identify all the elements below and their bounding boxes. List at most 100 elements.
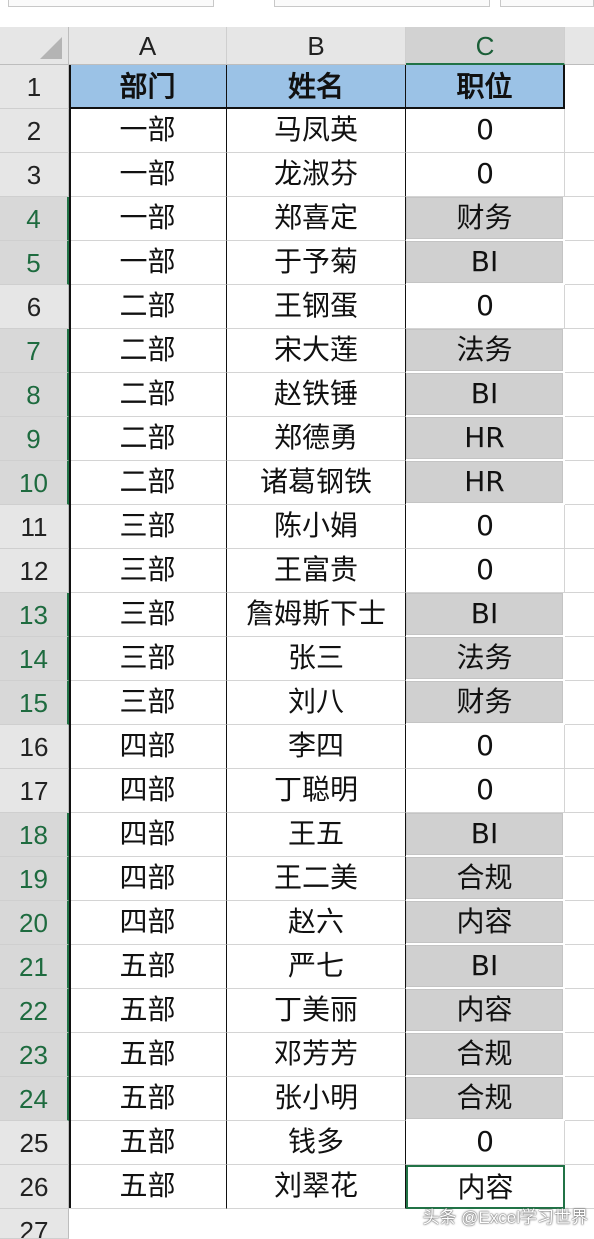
cell-b[interactable]: 丁聪明 (227, 769, 406, 813)
row-header[interactable]: 22 (0, 989, 69, 1033)
cell-d[interactable] (565, 725, 594, 769)
cell-b[interactable]: 赵六 (227, 901, 406, 945)
cell-d[interactable] (565, 241, 594, 285)
cell-a[interactable]: 二部 (69, 461, 227, 505)
row-header[interactable]: 10 (0, 461, 69, 505)
cell-c[interactable]: 0 (406, 769, 565, 813)
cell-d[interactable] (565, 549, 594, 593)
header-cell-c[interactable]: 职位 (406, 65, 565, 109)
row-header[interactable]: 3 (0, 153, 69, 197)
cell-b[interactable]: 郑德勇 (227, 417, 406, 461)
cell-d[interactable] (565, 505, 594, 549)
cell-a[interactable]: 二部 (69, 285, 227, 329)
row-header[interactable]: 11 (0, 505, 69, 549)
cell-d[interactable] (565, 109, 594, 153)
cell-b[interactable]: 张小明 (227, 1077, 406, 1121)
cell-c[interactable]: 财务 (406, 197, 565, 241)
row-header[interactable]: 26 (0, 1165, 69, 1209)
header-cell-a[interactable]: 部门 (69, 65, 227, 109)
formula-bar[interactable] (274, 0, 490, 7)
row-header[interactable]: 1 (0, 65, 69, 109)
cell-c[interactable]: BI (406, 241, 565, 285)
cell-b[interactable]: 赵铁锤 (227, 373, 406, 417)
cell-a[interactable]: 四部 (69, 857, 227, 901)
cell-b[interactable]: 张三 (227, 637, 406, 681)
cell-d[interactable] (565, 1077, 594, 1121)
row-header[interactable]: 13 (0, 593, 69, 637)
row-header[interactable]: 12 (0, 549, 69, 593)
cell-b[interactable]: 王二美 (227, 857, 406, 901)
cell-a[interactable]: 四部 (69, 901, 227, 945)
cell-d[interactable] (565, 989, 594, 1033)
cell-b[interactable]: 钱多 (227, 1121, 406, 1165)
row-header[interactable]: 4 (0, 197, 69, 241)
row-header[interactable]: 6 (0, 285, 69, 329)
cell-b[interactable]: 王五 (227, 813, 406, 857)
row-header[interactable]: 27 (0, 1209, 69, 1239)
row-header[interactable]: 16 (0, 725, 69, 769)
row-header[interactable]: 24 (0, 1077, 69, 1121)
cell-b[interactable]: 郑喜定 (227, 197, 406, 241)
cell-a[interactable]: 二部 (69, 417, 227, 461)
cell-b[interactable]: 邓芳芳 (227, 1033, 406, 1077)
column-header-a[interactable]: A (69, 27, 227, 65)
cell-a[interactable]: 四部 (69, 769, 227, 813)
cell-b[interactable]: 严七 (227, 945, 406, 989)
row-header[interactable]: 21 (0, 945, 69, 989)
cell-b[interactable]: 李四 (227, 725, 406, 769)
row-header[interactable]: 2 (0, 109, 69, 153)
cell-d[interactable] (565, 945, 594, 989)
cell-c[interactable]: BI (406, 813, 565, 857)
row-header[interactable]: 23 (0, 1033, 69, 1077)
row-header[interactable]: 5 (0, 241, 69, 285)
cell-a[interactable]: 四部 (69, 813, 227, 857)
row-header[interactable]: 15 (0, 681, 69, 725)
cell-b[interactable]: 陈小娟 (227, 505, 406, 549)
column-header-b[interactable]: B (227, 27, 406, 65)
cell-b[interactable]: 丁美丽 (227, 989, 406, 1033)
cell-b[interactable]: 王钢蛋 (227, 285, 406, 329)
cell-b[interactable]: 宋大莲 (227, 329, 406, 373)
cell-a[interactable]: 三部 (69, 505, 227, 549)
cell-d[interactable] (565, 197, 594, 241)
cell-b[interactable]: 刘翠花 (227, 1165, 406, 1209)
cell-c[interactable]: 0 (406, 549, 565, 593)
row-header[interactable]: 9 (0, 417, 69, 461)
cell-a[interactable]: 五部 (69, 1121, 227, 1165)
cell-d[interactable] (565, 813, 594, 857)
name-box[interactable] (8, 0, 214, 7)
cell-c[interactable]: 合规 (406, 857, 565, 901)
cell-a[interactable]: 四部 (69, 725, 227, 769)
row-header[interactable]: 17 (0, 769, 69, 813)
cell-c[interactable]: HR (406, 417, 565, 461)
cell-c[interactable]: 财务 (406, 681, 565, 725)
row-header[interactable]: 20 (0, 901, 69, 945)
cell-d[interactable] (565, 417, 594, 461)
cell-c[interactable]: 内容 (406, 989, 565, 1033)
cell-a[interactable]: 三部 (69, 593, 227, 637)
cell-c[interactable]: BI (406, 593, 565, 637)
cell-a[interactable]: 三部 (69, 637, 227, 681)
cell-c[interactable]: 0 (406, 153, 565, 197)
cell-d[interactable] (565, 373, 594, 417)
cell-a[interactable]: 一部 (69, 109, 227, 153)
cell-c[interactable]: 0 (406, 285, 565, 329)
cell-a[interactable]: 一部 (69, 241, 227, 285)
cell-b[interactable]: 刘八 (227, 681, 406, 725)
cell-d[interactable] (565, 593, 594, 637)
cell-d[interactable] (565, 769, 594, 813)
cell-b[interactable]: 马凤英 (227, 109, 406, 153)
cell-c[interactable]: 法务 (406, 637, 565, 681)
cell-a[interactable]: 五部 (69, 1165, 227, 1209)
cell-a[interactable]: 一部 (69, 153, 227, 197)
cell-b[interactable]: 诸葛钢铁 (227, 461, 406, 505)
cell-b[interactable]: 詹姆斯下士 (227, 593, 406, 637)
cell-d[interactable] (565, 857, 594, 901)
cell-c[interactable]: HR (406, 461, 565, 505)
cell-c[interactable]: 0 (406, 725, 565, 769)
row-header[interactable]: 19 (0, 857, 69, 901)
cell-a[interactable]: 三部 (69, 681, 227, 725)
formula-bar-extension[interactable] (500, 0, 594, 7)
cell-a[interactable]: 五部 (69, 989, 227, 1033)
column-header-c[interactable]: C (406, 27, 565, 65)
